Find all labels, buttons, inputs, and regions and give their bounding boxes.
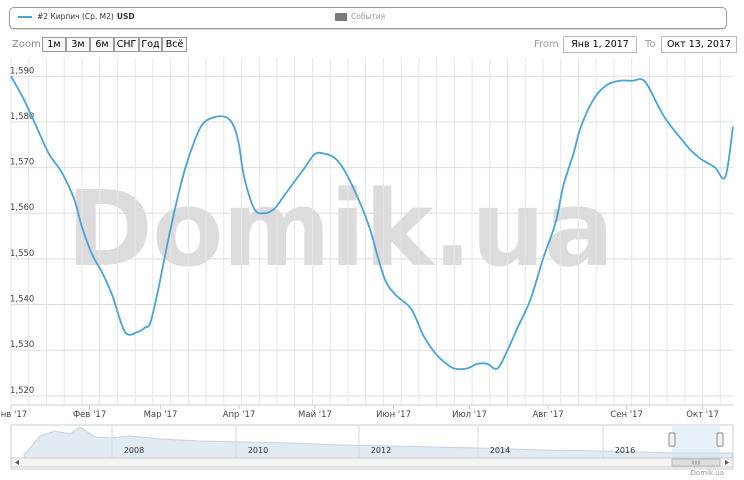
x-tick-label: Мар '17 [144,410,178,420]
navigator-selection [672,426,720,458]
y-tick-label: 1,570 [10,158,34,168]
navigator-year-label: 2016 [615,446,635,455]
series-line [10,75,734,370]
y-tick-label: 1,540 [10,295,34,305]
navigator-year-label: 2014 [490,446,510,455]
x-tick-label: Май '17 [298,410,332,420]
x-tick-label: Янв '17 [0,410,27,420]
x-tick-label: Июн '17 [376,410,411,420]
x-tick-label: Апр '17 [223,410,256,420]
x-tick-label: Сен '17 [610,410,643,420]
y-tick-label: 1,530 [10,340,34,350]
navigator-year-label: 2010 [248,446,268,455]
navigator-right-handle [716,432,724,447]
y-tick-label: 1,590 [10,66,34,76]
x-tick-label: Июл '17 [452,410,487,420]
y-tick-label: 1,550 [10,249,34,259]
navigator-left-handle [668,432,676,447]
x-tick-label: Авг '17 [532,410,563,420]
y-tick-label: 1,560 [10,203,34,213]
x-tick-label: Фев '17 [73,410,106,420]
navigator-year-label: 2012 [371,446,391,455]
chart: 1,5201,5301,5401,5501,5601,5701,5801,590… [0,58,734,470]
scrollbar-track [10,457,734,468]
navigator-year-label: 2008 [124,446,144,455]
y-tick-label: 1,520 [10,386,34,396]
credit-link[interactable]: Domik.ua [691,469,724,477]
x-tick-label: Окт '17 [686,410,719,420]
